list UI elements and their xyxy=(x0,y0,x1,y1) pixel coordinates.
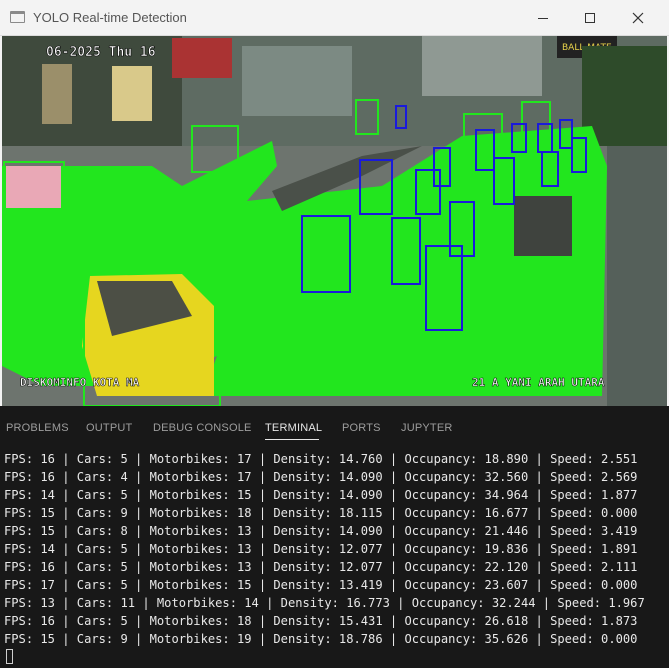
minimize-button[interactable] xyxy=(519,0,567,36)
minimize-icon xyxy=(538,17,548,19)
maximize-icon xyxy=(585,13,595,23)
camera-timestamp: 06-2025 Thu 16 xyxy=(46,45,156,60)
dark-suv xyxy=(514,196,572,256)
tab-output[interactable]: OUTPUT xyxy=(86,422,132,434)
video-canvas: BALL MATE xyxy=(2,36,667,406)
tab-ports[interactable]: PORTS xyxy=(342,422,381,434)
shop-window xyxy=(42,64,72,124)
terminal-line: FPS: 14 | Cars: 5 | Motorbikes: 15 | Den… xyxy=(4,488,638,502)
terminal-line: FPS: 14 | Cars: 5 | Motorbikes: 13 | Den… xyxy=(4,542,638,556)
camera-location-right: 21 A YANI ARAH UTARA xyxy=(472,376,605,389)
close-button[interactable] xyxy=(614,0,662,36)
far-building xyxy=(422,36,542,96)
mid-building xyxy=(242,46,352,116)
tab-debug-console[interactable]: DEBUG CONSOLE xyxy=(153,422,252,434)
active-tab-indicator xyxy=(265,439,319,440)
close-icon xyxy=(632,12,644,24)
terminal-line: FPS: 16 | Cars: 5 | Motorbikes: 18 | Den… xyxy=(4,614,638,628)
tab-terminal[interactable]: TERMINAL xyxy=(265,422,322,434)
maximize-button[interactable] xyxy=(566,0,614,36)
camera-location-left: DISKOMINFO KOTA MA xyxy=(20,376,140,389)
terminal-line: FPS: 16 | Cars: 5 | Motorbikes: 13 | Den… xyxy=(4,560,638,574)
shop-lit-window xyxy=(112,66,152,121)
terminal-line: FPS: 15 | Cars: 8 | Motorbikes: 13 | Den… xyxy=(4,524,638,538)
window-title: YOLO Real-time Detection xyxy=(33,10,187,25)
panel-tabs: PROBLEMS OUTPUT DEBUG CONSOLE TERMINAL P… xyxy=(0,406,669,444)
terminal-line: FPS: 15 | Cars: 9 | Motorbikes: 18 | Den… xyxy=(4,506,638,520)
terminal-line: FPS: 15 | Cars: 9 | Motorbikes: 19 | Den… xyxy=(4,632,638,646)
bottom-panel: PROBLEMS OUTPUT DEBUG CONSOLE TERMINAL P… xyxy=(0,406,669,668)
terminal-line: FPS: 16 | Cars: 5 | Motorbikes: 17 | Den… xyxy=(4,452,638,466)
app-window-icon xyxy=(10,11,25,23)
detection-video-frame: BALL MATE xyxy=(0,36,669,406)
red-sign xyxy=(172,38,232,78)
sidewalk-right xyxy=(607,146,667,406)
window-titlebar: YOLO Real-time Detection xyxy=(0,0,669,36)
terminal-output[interactable]: FPS: 16 | Cars: 5 | Motorbikes: 17 | Den… xyxy=(4,450,669,665)
terminal-cursor xyxy=(6,649,13,664)
pink-car xyxy=(6,166,61,208)
terminal-line: FPS: 17 | Cars: 5 | Motorbikes: 15 | Den… xyxy=(4,578,638,592)
terminal-line: FPS: 16 | Cars: 4 | Motorbikes: 17 | Den… xyxy=(4,470,638,484)
tab-jupyter[interactable]: JUPYTER xyxy=(401,422,453,434)
terminal-line: FPS: 13 | Cars: 11 | Motorbikes: 14 | De… xyxy=(4,596,645,610)
tab-problems[interactable]: PROBLEMS xyxy=(6,422,69,434)
